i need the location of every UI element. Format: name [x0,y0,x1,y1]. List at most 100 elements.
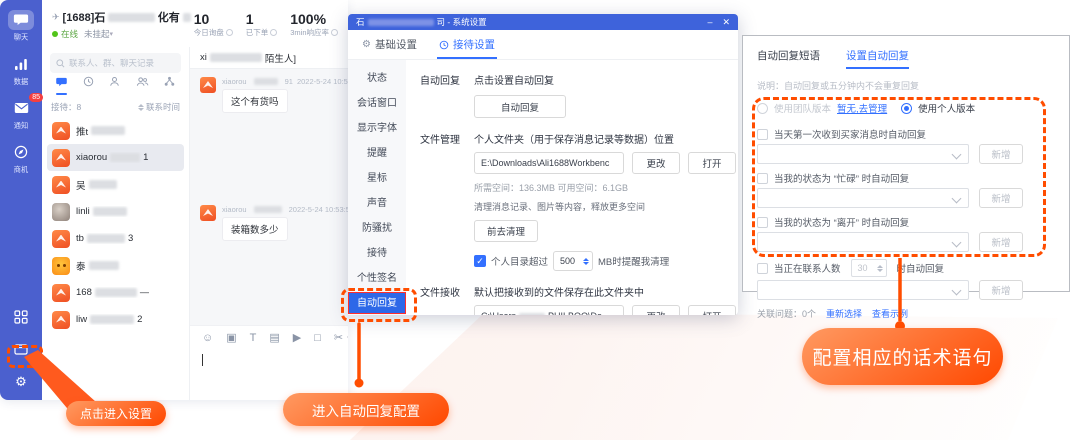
radio-personal-version[interactable] [901,103,912,114]
message-list: xiaorou 91 2022-5-24 10:52:54 这个有货吗 [190,69,348,325]
filter-org-icon[interactable] [164,74,175,95]
redacted-text [254,206,282,213]
add-button[interactable]: 新增 [979,232,1023,252]
sidebar-item-workbench[interactable] [9,338,33,360]
gear-icon: ⚙ [15,375,27,388]
gear-icon: ⚙ [362,39,371,50]
filter-contacts-icon[interactable] [109,74,120,95]
contact-row-selected[interactable]: xiaorou1 [47,144,184,171]
filter-groups-icon[interactable] [136,74,149,95]
redacted-text [93,207,127,216]
online-dot-icon [52,31,58,37]
menu-item-session-window[interactable]: 会话窗口 [348,91,406,116]
filter-chat-icon[interactable] [56,74,67,95]
sidebar-item-chat[interactable]: 聊天 [8,10,34,43]
open-folder-button[interactable]: 打开 [688,152,736,174]
auto-reply-rule-first-message: 当天第一次收到买家消息时自动回复 [757,127,1055,141]
redacted-text [91,126,125,135]
menu-item-anti-harass[interactable]: 防骚扰 [348,216,406,241]
open-folder-button[interactable]: 打开 [688,305,736,315]
checkbox[interactable] [757,263,768,274]
font-icon[interactable]: T [250,332,257,344]
message-bubble: 这个有货吗 [222,89,288,113]
checkbox[interactable] [757,129,768,140]
reply-phrase-select[interactable] [757,188,969,208]
folder-icon[interactable]: □ [314,332,321,344]
contact-row[interactable]: 吴 [47,171,184,198]
size-threshold-stepper[interactable]: 500 [553,251,593,271]
contact-row[interactable]: 泰 [47,252,184,279]
screenshot-root: 聊天 数据 85 通知 商 [0,0,1080,440]
minimize-button[interactable]: – [707,18,712,27]
menu-item-reception[interactable]: 接待 [348,241,406,266]
stat-orders: 1 已下单 [246,12,278,38]
reply-phrase-select[interactable] [757,144,969,164]
text-caret [202,354,203,366]
sidebar-item-notifications[interactable]: 85 通知 [8,98,34,131]
contact-row[interactable]: 推t [47,117,184,144]
contact-row[interactable]: linli [47,198,184,225]
image-icon[interactable]: ▣ [226,332,236,344]
chat-toolbar: ☺ ▣ T ▤ ▶ □ ✂ ▾ ▦ [190,325,348,349]
contact-filter-row [56,79,175,95]
screenshot-icon[interactable]: ▤ [269,332,279,344]
tab-auto-reply-phrases[interactable]: 自动回复短语 [757,48,820,69]
menu-item-reminder[interactable]: 提醒 [348,141,406,166]
chevron-down-icon: ▾ [110,30,114,38]
sort-by-contact-time[interactable]: 联系时间 [138,101,180,113]
close-button[interactable]: ✕ [722,18,730,27]
radio-team-version[interactable] [757,103,768,114]
change-folder-button[interactable]: 更改 [632,305,680,315]
menu-item-status[interactable]: 状态 [348,66,406,91]
menu-item-font[interactable]: 显示字体 [348,116,406,141]
tab-set-auto-reply[interactable]: 设置自动回复 [846,48,909,69]
menu-item-sound[interactable]: 声音 [348,191,406,216]
auto-reply-button[interactable]: 自动回复 [474,95,566,118]
menu-item-auto-reply[interactable]: 自动回复 [348,292,406,314]
personal-folder-path-input[interactable]: E:\Downloads\Ali1688Workbenc [474,152,624,174]
app-sidebar: 聊天 数据 85 通知 商 [0,0,42,400]
chevron-down-icon[interactable]: ▾ [347,334,348,342]
redacted-text [89,261,119,270]
view-example-link[interactable]: 查看示例 [872,307,908,320]
checkbox-checked-icon[interactable] [474,255,486,267]
reply-phrase-select[interactable] [757,232,969,252]
reply-phrase-select[interactable] [757,280,969,300]
change-folder-button[interactable]: 更改 [632,152,680,174]
scissors-icon[interactable]: ✂ [334,332,343,344]
sidebar-item-apps[interactable] [9,306,33,328]
redacted-text [95,288,137,297]
menu-item-star[interactable]: 星标 [348,166,406,191]
tab-basic-settings[interactable]: ⚙ 基础设置 [362,30,417,59]
sidebar-item-data[interactable]: 数据 [8,54,34,87]
contact-row[interactable]: 168— [47,279,184,306]
filter-recent-icon[interactable] [83,74,94,95]
add-button[interactable]: 新增 [979,144,1023,164]
checkbox[interactable] [757,173,768,184]
stats-bar: 10 今日询盘 1 已下单 100% 3min响应率 [194,12,338,38]
sidebar-item-settings[interactable]: ⚙ [9,370,33,392]
sidebar-item-business[interactable]: 商机 [8,142,34,175]
tab-reception-settings[interactable]: 接待设置 [439,30,495,59]
message: xiaorou 2022-5-24 10:53:59 装箱数多少 [200,205,338,241]
dialog-tabs: ⚙ 基础设置 接待设置 [348,30,738,60]
search-input[interactable]: 联系人、群、聊天记录 [50,53,181,73]
file-receive-section: 文件接收 默认把接收到的文件保存在此文件夹中 C:\Users PHILBOO\… [420,284,738,315]
add-button[interactable]: 新增 [979,188,1023,208]
emoji-icon[interactable]: ☺ [202,332,213,344]
menu-item-signature[interactable]: 个性签名 [348,266,406,291]
add-button[interactable]: 新增 [979,280,1023,300]
status-line[interactable]: 在线 未挂起 ▾ [52,28,194,40]
settings-content: 自动回复 点击设置自动回复 自动回复 文件管理 个人文件夹（用于保存消息记录等数… [406,60,738,315]
receive-folder-path-input[interactable]: C:\Users PHILBOO\Do [474,305,624,315]
settings-dialog: 石 司 - 系统设置 – ✕ ⚙ 基础设置 接待设置 状态 会话窗口 [348,14,738,315]
video-icon[interactable]: ▶ [293,332,301,344]
go-clean-button[interactable]: 前去清理 [474,220,538,242]
manage-link[interactable]: 暂无,去管理 [837,101,887,115]
checkbox[interactable] [757,217,768,228]
space-info: 所需空间：136.3MB 可用空间：6.1GB [474,181,738,194]
contact-row[interactable]: tb3 [47,225,184,252]
reselect-link[interactable]: 重新选择 [826,307,862,320]
contact-count-stepper[interactable]: 30 [851,259,887,277]
contact-row[interactable]: liw2 [47,306,184,333]
